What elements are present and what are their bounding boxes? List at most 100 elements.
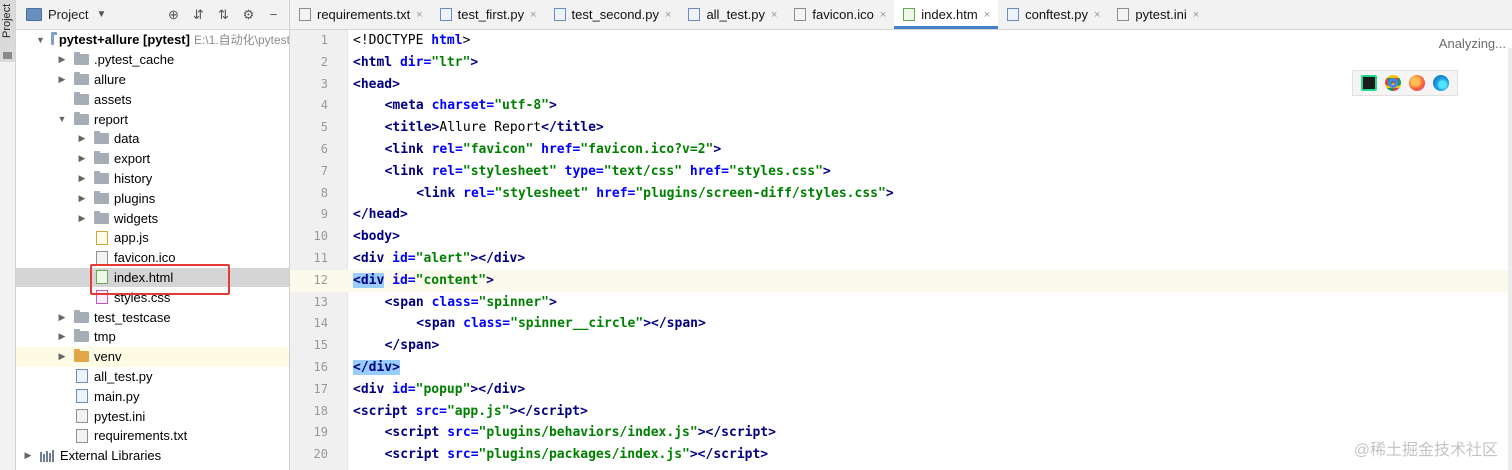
code-line[interactable]: <html dir="ltr"> — [353, 52, 478, 74]
folder-icon — [74, 111, 89, 125]
close-icon[interactable]: × — [880, 9, 886, 21]
tree-item[interactable]: favicon.ico — [16, 248, 289, 268]
tree-item[interactable]: main.py — [16, 386, 289, 406]
chevron-right-icon[interactable]: ▶ — [76, 133, 88, 144]
tree-item[interactable]: ▶ history — [16, 169, 289, 189]
chrome-icon[interactable] — [1385, 75, 1401, 91]
tree-item[interactable]: requirements.txt — [16, 426, 289, 446]
editor-tab[interactable]: all_test.py × — [679, 0, 785, 29]
code-line[interactable]: <link rel="stylesheet" href="plugins/scr… — [416, 183, 893, 205]
close-icon[interactable]: × — [771, 9, 777, 21]
project-view-selector[interactable]: Project — [48, 7, 88, 22]
tree-item[interactable]: ▶ data — [16, 129, 289, 149]
code-line[interactable]: <span class="spinner"> — [385, 292, 557, 314]
hide-panel-icon[interactable]: − — [266, 7, 281, 22]
code-line[interactable]: <div id="popup"></div> — [353, 379, 525, 401]
tree-item[interactable]: index.html — [16, 267, 289, 288]
chevron-right-icon[interactable]: ▶ — [56, 331, 68, 342]
tree-item[interactable]: styles.css — [16, 287, 289, 307]
chevron-right-icon[interactable]: ▶ — [56, 351, 68, 362]
folder-icon — [74, 91, 89, 105]
pycharm-icon[interactable] — [1361, 75, 1377, 91]
folder-icon — [50, 32, 57, 46]
close-icon[interactable]: × — [984, 9, 990, 21]
expand-all-icon[interactable]: ⇵ — [191, 7, 206, 22]
tree-item[interactable]: all_test.py — [16, 367, 289, 387]
line-number: 2 — [320, 54, 328, 69]
gear-icon[interactable]: ⚙ — [241, 7, 256, 22]
locate-file-icon[interactable]: ⊕ — [166, 7, 181, 22]
editor-tab[interactable]: pytest.ini × — [1108, 0, 1207, 29]
code-line[interactable]: <span class="spinner__circle"></span> — [416, 313, 706, 335]
line-number: 12 — [313, 272, 328, 287]
tree-item[interactable]: ▶ export — [16, 149, 289, 169]
tree-item[interactable]: ▶ allure — [16, 70, 289, 90]
editor-tab[interactable]: test_first.py × — [431, 0, 545, 29]
tree-item[interactable]: pytest.ini — [16, 406, 289, 426]
ini-file-icon — [1117, 8, 1130, 21]
code-line[interactable]: </div> — [353, 357, 400, 379]
chevron-right-icon[interactable]: ▶ — [76, 213, 88, 224]
code-line[interactable]: <body> — [353, 226, 400, 248]
collapse-all-icon[interactable]: ⇅ — [216, 7, 231, 22]
editor-tab[interactable]: index.htm × — [894, 0, 999, 29]
tree-item[interactable]: app.js — [16, 228, 289, 248]
edge-icon[interactable] — [1433, 75, 1449, 91]
code-line[interactable]: <link rel="favicon" href="favicon.ico?v=… — [385, 139, 722, 161]
close-icon[interactable]: × — [665, 9, 671, 21]
chevron-right-icon[interactable]: ▶ — [76, 193, 88, 204]
chevron-down-icon[interactable]: ▼ — [96, 9, 106, 20]
editor-tab[interactable]: test_second.py × — [545, 0, 680, 29]
tree-item[interactable]: ▶ venv — [16, 346, 289, 367]
line-number: 13 — [313, 294, 328, 309]
code-line[interactable]: </span> — [385, 335, 440, 357]
line-number: 8 — [320, 185, 328, 200]
tree-item[interactable]: ▼ pytest+allure [pytest] E:\1.自动化\pytest — [16, 30, 289, 50]
close-icon[interactable]: × — [1193, 9, 1199, 21]
py-file-icon — [76, 389, 88, 404]
editor-tab-label: all_test.py — [706, 7, 765, 22]
chevron-right-icon[interactable]: ▶ — [76, 173, 88, 184]
chevron-right-icon[interactable]: ▶ — [56, 312, 68, 323]
editor-tab[interactable]: requirements.txt × — [290, 0, 431, 29]
editor-tab-label: pytest.ini — [1135, 7, 1187, 22]
chevron-down-icon[interactable]: ▼ — [56, 114, 68, 124]
close-icon[interactable]: × — [1094, 9, 1100, 21]
tree-item[interactable]: ▶ External Libraries — [16, 446, 289, 466]
code-line[interactable]: </head> — [353, 204, 408, 226]
code-line[interactable]: <link rel="stylesheet" type="text/css" h… — [385, 161, 831, 183]
tree-item-label: External Libraries — [60, 448, 162, 464]
line-number: 17 — [313, 381, 328, 396]
code-line[interactable]: <title>Allure Report</title> — [385, 117, 604, 139]
code-line[interactable]: <div id="alert"></div> — [353, 248, 525, 270]
chevron-down-icon[interactable]: ▼ — [36, 35, 45, 45]
project-tool-tab[interactable]: Project — [0, 0, 15, 62]
chevron-right-icon[interactable]: ▶ — [56, 54, 68, 65]
code-line[interactable]: <!DOCTYPE html> — [353, 30, 470, 52]
tree-item[interactable]: ▶ widgets — [16, 208, 289, 228]
code-line[interactable]: <script src="plugins/behaviors/index.js"… — [385, 422, 776, 444]
editor-tab[interactable]: favicon.ico × — [785, 0, 894, 29]
tree-item[interactable]: ▶ .pytest_cache — [16, 50, 289, 70]
tree-item[interactable]: ▼ report — [16, 109, 289, 129]
tree-item[interactable]: ▶ plugins — [16, 188, 289, 208]
code-line[interactable]: <head> — [353, 74, 400, 96]
tree-item[interactable]: ▶ test_testcase — [16, 307, 289, 327]
code-line[interactable]: <meta charset="utf-8"> — [385, 95, 557, 117]
chevron-right-icon[interactable]: ▶ — [22, 450, 34, 461]
chevron-right-icon[interactable]: ▶ — [56, 74, 68, 85]
code-line[interactable]: <script src="plugins/packages/index.js">… — [385, 444, 769, 466]
close-icon[interactable]: × — [416, 9, 422, 21]
editor-tab[interactable]: conftest.py × — [998, 0, 1108, 29]
js-file-icon — [96, 230, 108, 245]
tree-item[interactable]: ▶assets — [16, 89, 289, 109]
txt-file-icon — [76, 428, 88, 443]
line-number: 19 — [313, 425, 328, 440]
firefox-icon[interactable] — [1409, 75, 1425, 91]
editor-scrollbar[interactable] — [1508, 48, 1512, 470]
code-line[interactable]: <div id="content"> — [353, 270, 494, 292]
chevron-right-icon[interactable]: ▶ — [76, 153, 88, 164]
code-line[interactable]: <script src="app.js"></script> — [353, 401, 588, 423]
close-icon[interactable]: × — [530, 9, 536, 21]
tree-item[interactable]: ▶ tmp — [16, 327, 289, 347]
